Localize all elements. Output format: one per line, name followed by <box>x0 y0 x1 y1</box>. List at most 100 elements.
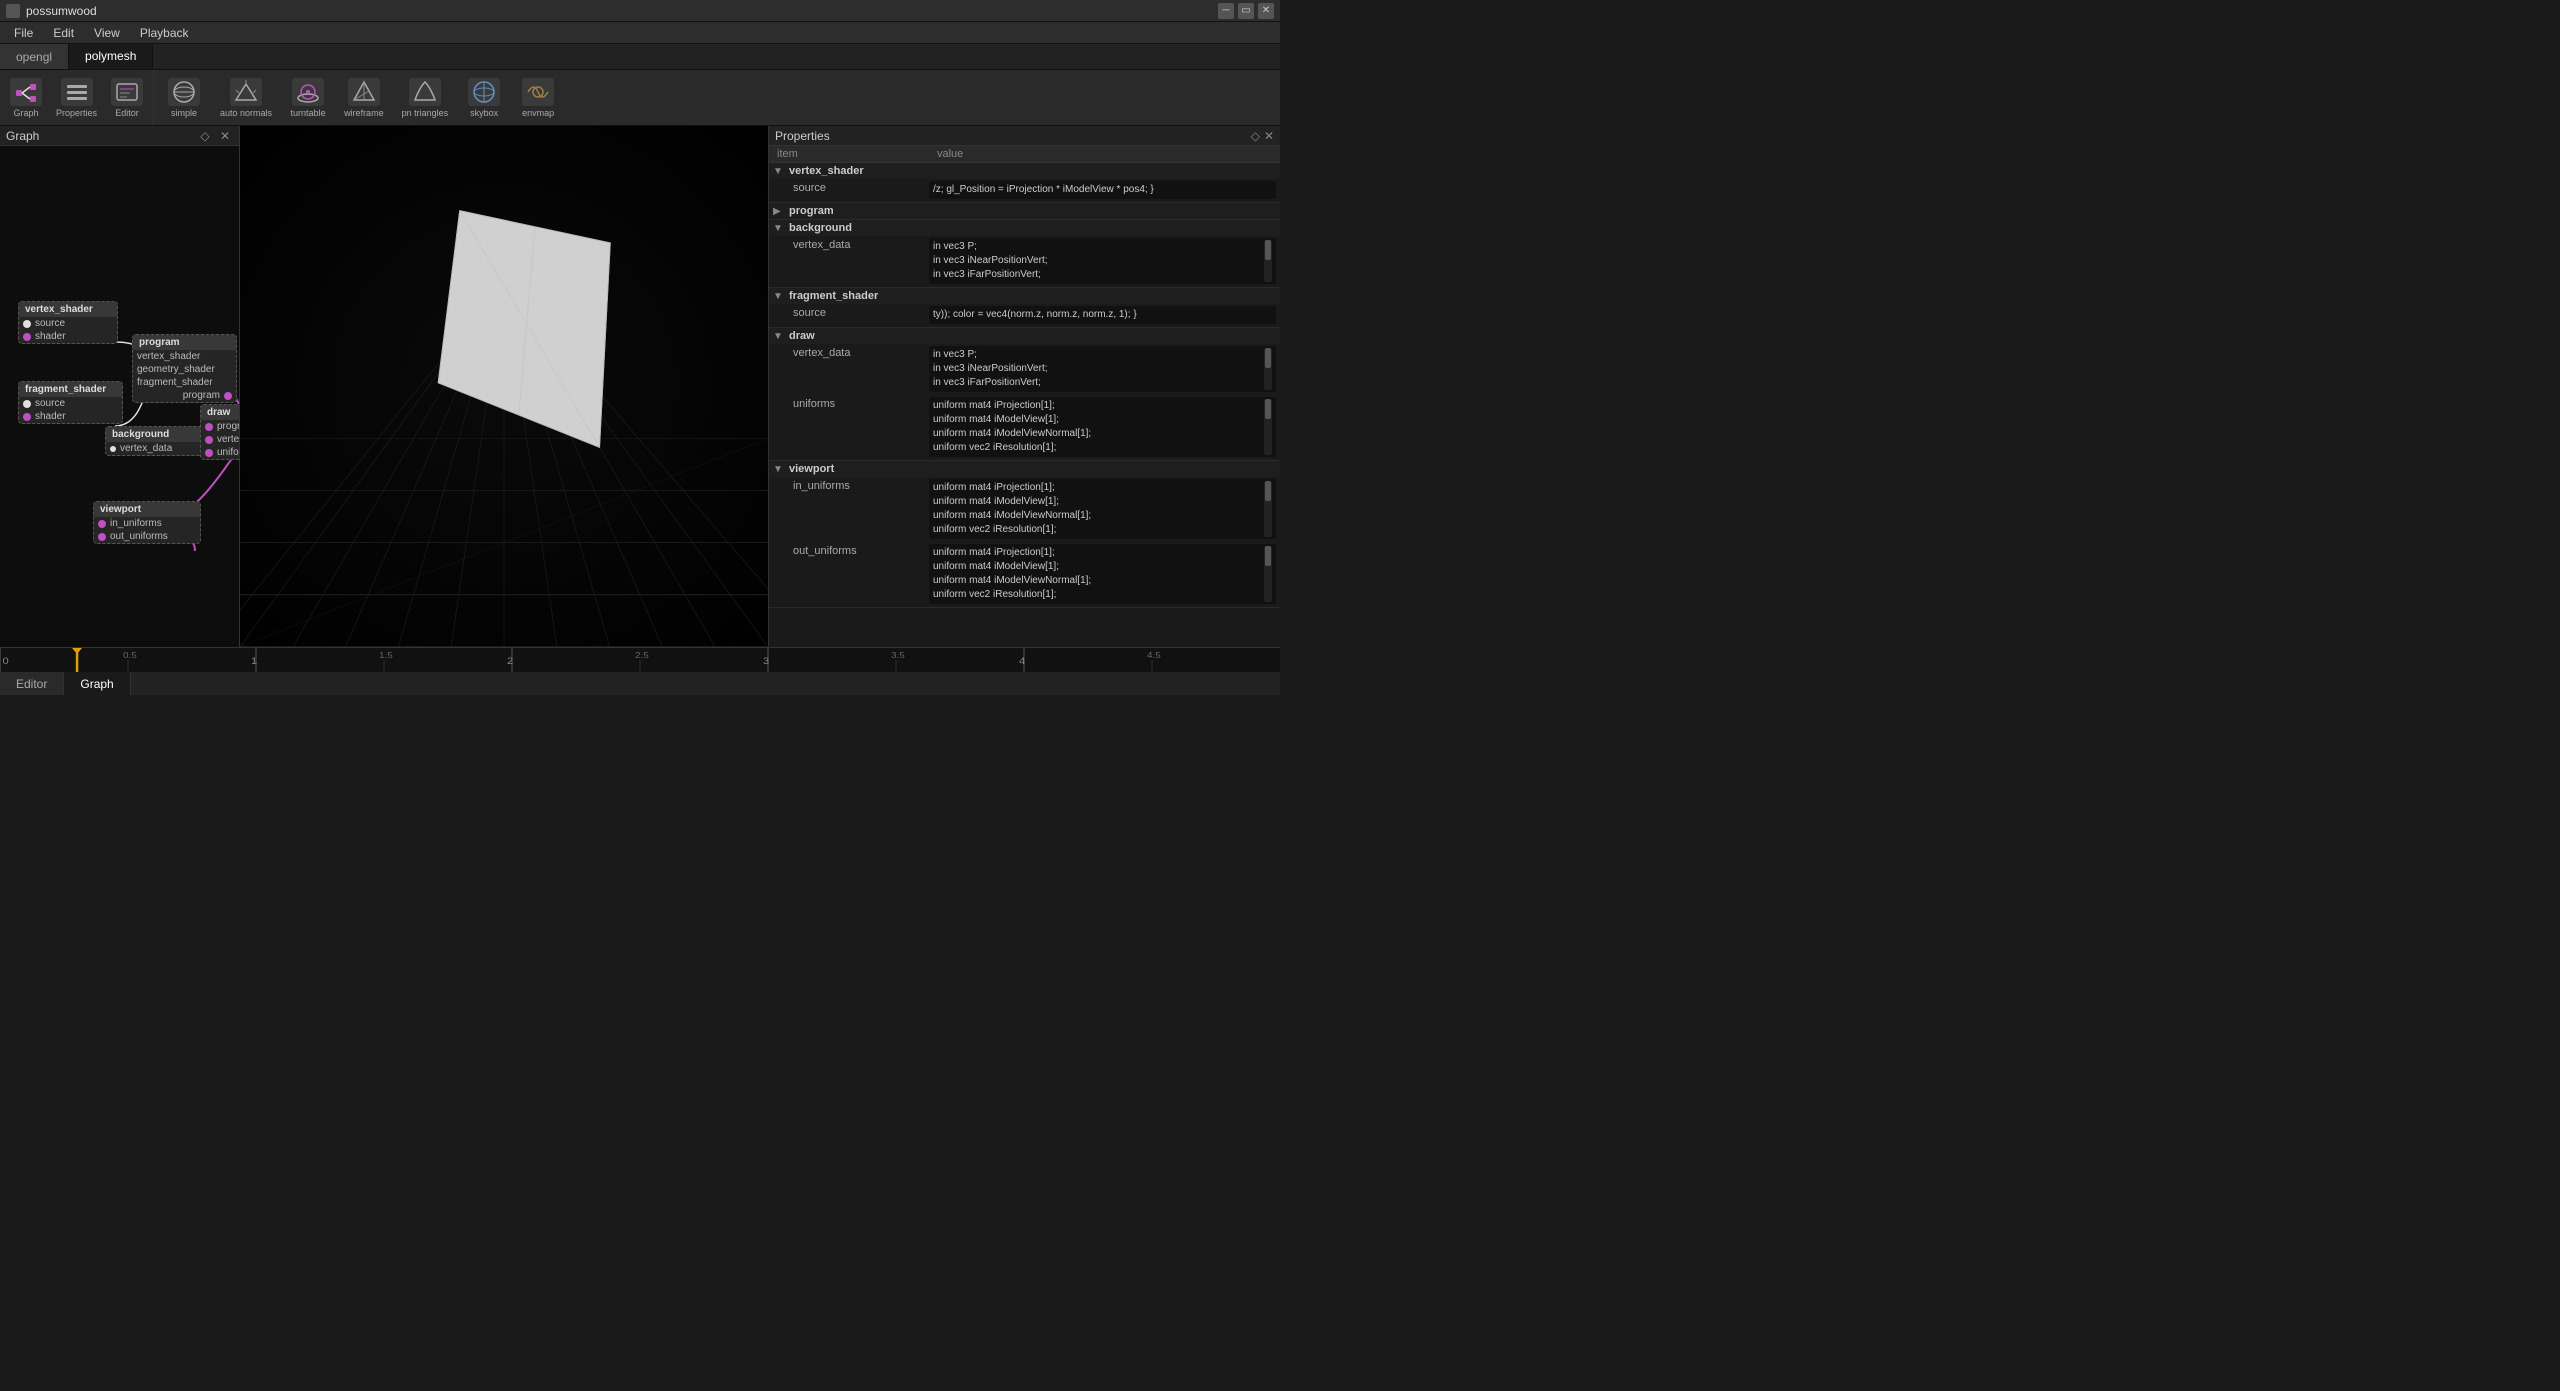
port-vp-outu: out_uniforms <box>94 530 200 543</box>
scrollbar-vp-outu[interactable] <box>1264 546 1272 602</box>
port-fs-source: source <box>19 397 122 410</box>
scrollbar-vp-inu[interactable] <box>1264 481 1272 537</box>
node-background[interactable]: background vertex_data <box>105 426 213 456</box>
props-section-row-background[interactable]: ▼ background <box>769 220 1280 236</box>
graph-canvas[interactable]: vertex_shader source shader fragment_sha… <box>0 146 239 647</box>
properties-panel: Properties ◇ ✕ item value ▼ vertex_shade… <box>768 126 1280 647</box>
props-section-vertex-shader: ▼ vertex_shader source /z; gl_Position =… <box>769 163 1280 203</box>
properties-panel-float-button[interactable]: ◇ <box>1251 129 1260 143</box>
props-section-draw: ▼ draw vertex_data in vec3 P;in vec3 iNe… <box>769 328 1280 461</box>
props-row-draw-uni: uniforms uniform mat4 iProjection[1];uni… <box>769 395 1280 460</box>
props-section-viewport: ▼ viewport in_uniforms uniform mat4 iPro… <box>769 461 1280 608</box>
autonormals-icon <box>230 78 262 106</box>
port-dot <box>224 392 232 400</box>
props-row-fs-source: source ty)); color = vec4(norm.z, norm.z… <box>769 304 1280 327</box>
port-draw-prog: program <box>201 420 239 433</box>
props-section-row-draw[interactable]: ▼ draw <box>769 328 1280 344</box>
node-viewport[interactable]: viewport in_uniforms out_uniforms <box>93 501 201 544</box>
timeline[interactable]: 0 0.5 1 1.5 2 2.5 3 3.5 4 <box>0 647 1280 671</box>
graph-panel-float-button[interactable]: ◇ <box>197 129 213 143</box>
prop-value-draw-uni[interactable]: uniform mat4 iProjection[1];uniform mat4… <box>929 397 1276 457</box>
prop-name-draw-uni: uniforms <box>793 397 929 410</box>
node-program[interactable]: program vertex_shader geometry_shader fr… <box>132 334 237 403</box>
port-fs-shader: shader <box>19 410 122 423</box>
svg-text:3.5: 3.5 <box>891 650 905 659</box>
toolbar-properties-button[interactable]: Properties <box>52 76 101 120</box>
viewport-3d-panel[interactable] <box>240 126 768 647</box>
props-section-program: ▶ program <box>769 203 1280 220</box>
tab-polymesh[interactable]: polymesh <box>69 44 153 69</box>
menubar: File Edit View Playback <box>0 22 1280 44</box>
restore-button[interactable]: ▭ <box>1238 3 1254 19</box>
node-fragment-shader[interactable]: fragment_shader source shader <box>18 381 123 424</box>
section-name-program: program <box>789 205 834 217</box>
turntable-label: turntable <box>291 108 326 118</box>
close-button[interactable]: ✕ <box>1258 3 1274 19</box>
graph-label: Graph <box>13 108 38 118</box>
props-row-bg-vd: vertex_data in vec3 P;in vec3 iNearPosit… <box>769 236 1280 287</box>
svg-text:2.5: 2.5 <box>635 650 649 659</box>
arrow-icon: ▼ <box>773 223 785 234</box>
envmap-icon <box>522 78 554 106</box>
menu-playback[interactable]: Playback <box>130 24 199 42</box>
props-section-row-viewport[interactable]: ▼ viewport <box>769 461 1280 477</box>
props-row-vp-inu: in_uniforms uniform mat4 iProjection[1];… <box>769 477 1280 542</box>
toolbar-skybox-button[interactable]: skybox <box>462 76 506 120</box>
port-dot <box>110 446 116 452</box>
timeline-ruler[interactable]: 0 0.5 1 1.5 2 2.5 3 3.5 4 <box>0 648 1280 672</box>
scrollbar-bg-vd[interactable] <box>1264 240 1272 282</box>
menu-file[interactable]: File <box>4 24 43 42</box>
graph-panel-close-button[interactable]: ✕ <box>217 129 233 143</box>
props-section-row-program[interactable]: ▶ program <box>769 203 1280 219</box>
prop-value-fs-source[interactable]: ty)); color = vec4(norm.z, norm.z, norm.… <box>929 306 1276 324</box>
svg-text:0.5: 0.5 <box>123 650 137 659</box>
properties-panel-close-button[interactable]: ✕ <box>1264 129 1274 143</box>
toolbar-wireframe-button[interactable]: wireframe <box>340 76 388 120</box>
graph-panel-title: Graph <box>6 129 39 143</box>
scrollbar-draw-vd[interactable] <box>1264 348 1272 390</box>
skybox-label: skybox <box>470 108 498 118</box>
left-tool-group: Graph Properties Editor <box>0 70 154 125</box>
app-icon <box>6 4 20 18</box>
node-draw[interactable]: draw program vertex_data uniforms <box>200 404 239 460</box>
menu-edit[interactable]: Edit <box>43 24 84 42</box>
toolbar-graph-button[interactable]: Graph <box>4 76 48 120</box>
toolbar-envmap-button[interactable]: envmap <box>516 76 560 120</box>
skybox-icon <box>468 78 500 106</box>
prop-value-draw-vd[interactable]: in vec3 P;in vec3 iNearPositionVert;in v… <box>929 346 1276 392</box>
scrollbar-draw-uni[interactable] <box>1264 399 1272 455</box>
prop-value-vp-inu[interactable]: uniform mat4 iProjection[1];uniform mat4… <box>929 479 1276 539</box>
turntable-icon <box>292 78 324 106</box>
arrow-icon: ▼ <box>773 331 785 342</box>
node-vertex-shader[interactable]: vertex_shader source shader <box>18 301 118 344</box>
toolbar-turntable-button[interactable]: turntable <box>286 76 330 120</box>
window-controls: ─ ▭ ✕ <box>1218 3 1274 19</box>
toolbar-simple-button[interactable]: simple <box>162 76 206 120</box>
toolbar-editor-button[interactable]: Editor <box>105 76 149 120</box>
port-draw-uni: uniforms <box>201 446 239 459</box>
titlebar: possumwood ─ ▭ ✕ <box>0 0 1280 22</box>
node-background-header: background <box>106 427 212 442</box>
prop-value-vp-outu[interactable]: uniform mat4 iProjection[1];uniform mat4… <box>929 544 1276 604</box>
port-dot <box>23 400 31 408</box>
bottom-tab-graph[interactable]: Graph <box>64 672 130 695</box>
props-section-row-fragment-shader[interactable]: ▼ fragment_shader <box>769 288 1280 304</box>
prop-value-bg-vd[interactable]: in vec3 P;in vec3 iNearPositionVert;in v… <box>929 238 1276 284</box>
graph-panel: Graph ◇ ✕ <box>0 126 240 647</box>
bottom-tab-editor[interactable]: Editor <box>0 672 64 695</box>
toolbar-auto-normals-button[interactable]: auto normals <box>216 76 276 120</box>
scrollbar-thumb <box>1265 348 1271 368</box>
toolbar-pn-triangles-button[interactable]: pn triangles <box>398 76 453 120</box>
props-section-row-vertex-shader[interactable]: ▼ vertex_shader <box>769 163 1280 179</box>
svg-text:2: 2 <box>507 656 514 666</box>
minimize-button[interactable]: ─ <box>1218 3 1234 19</box>
prop-value-vs-source[interactable]: /z; gl_Position = iProjection * iModelVi… <box>929 181 1276 199</box>
tab-opengl[interactable]: opengl <box>0 44 69 69</box>
menu-view[interactable]: View <box>84 24 130 42</box>
arrow-icon: ▶ <box>773 206 785 217</box>
svg-text:1.5: 1.5 <box>379 650 393 659</box>
viewport-3d[interactable] <box>240 126 768 647</box>
toolbar-row: Graph Properties Editor <box>0 70 1280 126</box>
port-dot <box>98 520 106 528</box>
svg-text:3: 3 <box>763 656 770 666</box>
